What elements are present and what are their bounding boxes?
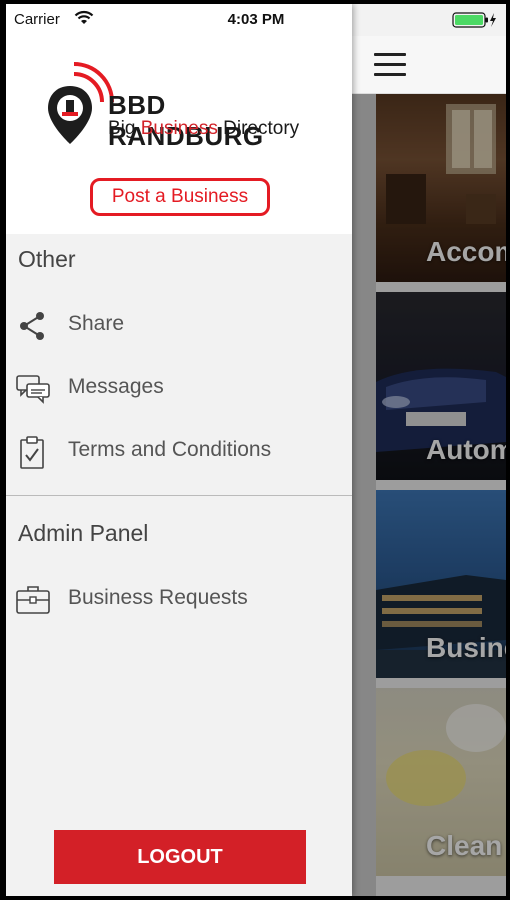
category-label: Clean <box>426 830 503 861</box>
main-navbar <box>352 36 506 94</box>
main-content: Accom Autom Busine <box>352 4 506 896</box>
category-label: Accom <box>426 236 506 267</box>
messages-icon <box>16 373 50 405</box>
logo-subtitle: Big Business Directory <box>108 118 299 140</box>
menu-item-label: Business Requests <box>68 586 248 609</box>
menu-item-label: Terms and Conditions <box>68 438 272 461</box>
device-frame: Carrier 4:03 PM Acco Autom Busin Clean B… <box>0 0 510 900</box>
menu-item-business-requests[interactable]: Business Requests <box>6 572 352 628</box>
section-title-other: Other <box>18 246 76 272</box>
bbd-logo: BBD RANDBURG Big Business Directory <box>44 60 324 152</box>
logo-subtitle-part2: Directory <box>217 118 300 139</box>
status-time: 4:03 PM <box>227 11 285 28</box>
hamburger-menu-icon[interactable] <box>374 53 406 77</box>
menu-item-label: Messages <box>68 375 164 398</box>
share-icon <box>16 310 50 342</box>
category-tile[interactable]: Accom <box>376 94 506 282</box>
map-pin-wifi-icon <box>48 62 114 144</box>
app-screen: Carrier 4:03 PM Acco Autom Busin Clean B… <box>6 4 506 896</box>
briefcase-icon <box>16 584 50 616</box>
logo-subtitle-highlight: Business <box>140 118 218 139</box>
logout-button[interactable]: LOGOUT <box>54 830 306 884</box>
side-drawer: BBD RANDBURG Big Business Directory Post… <box>6 4 352 896</box>
drawer-header: BBD RANDBURG Big Business Directory Post… <box>6 36 352 234</box>
menu-item-terms[interactable]: Terms and Conditions <box>6 424 352 480</box>
logo-subtitle-part1: Big <box>108 118 141 139</box>
section-other: Other Share Messages Terms and Condition… <box>6 234 352 496</box>
category-tile[interactable]: Busine <box>376 490 506 678</box>
menu-item-share[interactable]: Share <box>6 298 352 354</box>
status-bar: Carrier 4:03 PM <box>6 4 506 36</box>
menu-item-messages[interactable]: Messages <box>6 361 352 417</box>
post-business-button[interactable]: Post a Business <box>90 178 270 216</box>
category-label: Autom <box>426 434 506 465</box>
category-label: Busine <box>426 632 506 663</box>
content-edge <box>352 94 376 896</box>
section-title-admin: Admin Panel <box>18 520 149 546</box>
battery-icon <box>452 11 498 33</box>
drawer-menu: Other Share Messages Terms and Condition… <box>6 234 352 896</box>
menu-item-label: Share <box>68 312 125 335</box>
category-tile[interactable]: Autom <box>376 292 506 480</box>
clipboard-check-icon <box>16 436 50 469</box>
category-tile[interactable]: Clean <box>376 688 506 876</box>
